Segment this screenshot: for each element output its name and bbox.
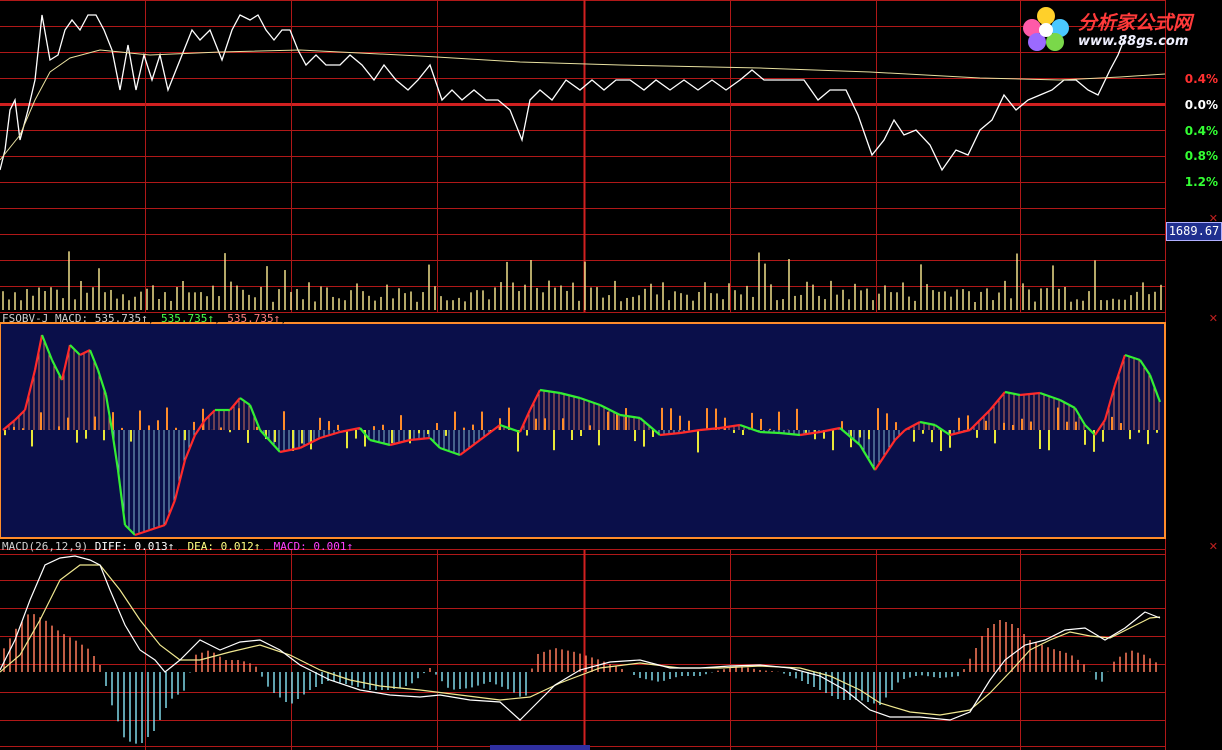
time-scrollbar: [490, 745, 590, 750]
fsobv-background: [0, 322, 1166, 539]
price-panel: [0, 14, 1166, 172]
fsobv-value-2: 535.735↑: [160, 312, 214, 325]
axis-label-1: 0.4%: [1184, 72, 1218, 86]
axis-label-4: 0.8%: [1184, 149, 1218, 163]
logo-title: 分析家公式网: [1078, 12, 1193, 34]
diff-label: DIFF:: [94, 540, 128, 553]
price-line: [0, 14, 1127, 172]
axis-label-5: 1.2%: [1184, 175, 1218, 189]
fsobv-value-3: 535.735↑: [227, 312, 281, 325]
fsobv-name: FSOBV-J: [2, 312, 49, 325]
dea-label: DEA:: [187, 540, 214, 553]
axis-label-3: 0.4%: [1184, 124, 1218, 138]
close-volume-icon[interactable]: ✕: [1209, 212, 1218, 225]
site-logo: 分析家公式网 www.88gs.com: [1018, 2, 1218, 54]
fsobv-line-segment: [759, 430, 781, 435]
macd-header: MACD(26,12,9) DIFF: 0.013↑, DEA: 0.012↑,…: [2, 540, 354, 553]
fsobv-macd-label: MACD:: [54, 312, 89, 325]
logo-url: www.88gs.com: [1078, 34, 1189, 49]
intraday-chart: [0, 0, 1166, 750]
axis-label-2: 0.0%: [1184, 98, 1218, 112]
macd-name: MACD(26,12,9): [2, 540, 89, 553]
close-macd-icon[interactable]: ✕: [1209, 540, 1218, 553]
dea-value: 0.012↑: [220, 540, 261, 553]
diff-value: 0.013↑: [134, 540, 175, 553]
fsobv-panel: [0, 322, 1166, 539]
macd-label: MACD:: [273, 540, 307, 553]
fsobv-value-1: 535.735↑: [94, 312, 148, 325]
fsobv-header: FSOBV-J MACD: 535.735↑, 535.735↑, 535.73…: [2, 312, 287, 325]
macd-value: 0.001↑: [313, 540, 354, 553]
flower-logo-icon: [1023, 7, 1069, 51]
close-fsobv-icon[interactable]: ✕: [1209, 312, 1218, 325]
